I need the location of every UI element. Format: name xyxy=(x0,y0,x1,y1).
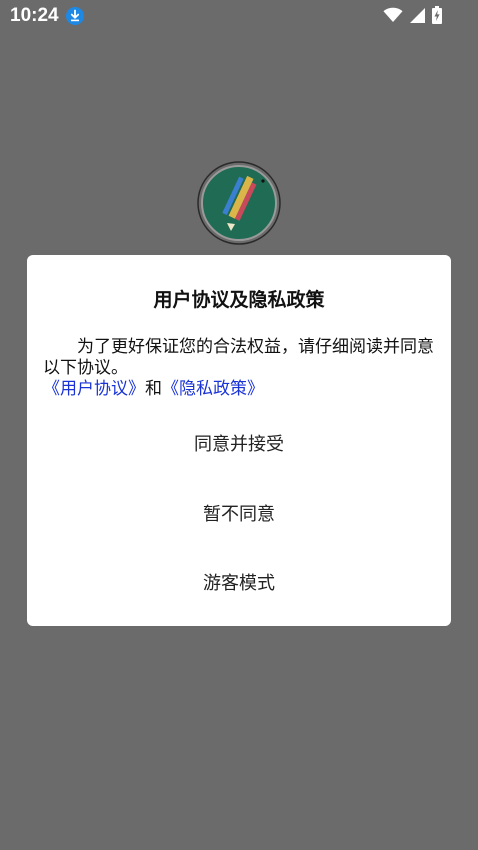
dialog-title: 用户协议及隐私政策 xyxy=(153,289,325,311)
guest-mode-button[interactable]: 游客模式 xyxy=(27,569,451,595)
signal-icon xyxy=(410,8,425,23)
dialog-body-text: 为了更好保证您的合法权益，请仔细阅读并同意以下协议。 xyxy=(43,337,434,378)
agreement-links-line: 《用户协议》和《隐私政策》 xyxy=(43,379,439,400)
privacy-policy-link[interactable]: 《隐私政策》 xyxy=(162,379,264,399)
wifi-icon xyxy=(383,7,403,22)
download-icon xyxy=(66,7,84,25)
battery-charging-icon xyxy=(432,6,442,24)
agree-button[interactable]: 同意并接受 xyxy=(27,430,451,456)
connector-text: 和 xyxy=(145,379,162,399)
status-bar: 10:24 xyxy=(0,0,478,32)
disagree-button[interactable]: 暂不同意 xyxy=(27,500,451,526)
dialog-body: 为了更好保证您的合法权益，请仔细阅读并同意以下协议。 《用户协议》和《隐私政策》 xyxy=(43,337,439,400)
app-logo-icon xyxy=(197,161,281,245)
user-agreement-link[interactable]: 《用户协议》 xyxy=(43,379,145,399)
agreement-dialog: 用户协议及隐私政策 为了更好保证您的合法权益，请仔细阅读并同意以下协议。 《用户… xyxy=(27,255,451,626)
status-right-icons xyxy=(383,6,442,24)
status-time: 10:24 xyxy=(10,5,59,26)
